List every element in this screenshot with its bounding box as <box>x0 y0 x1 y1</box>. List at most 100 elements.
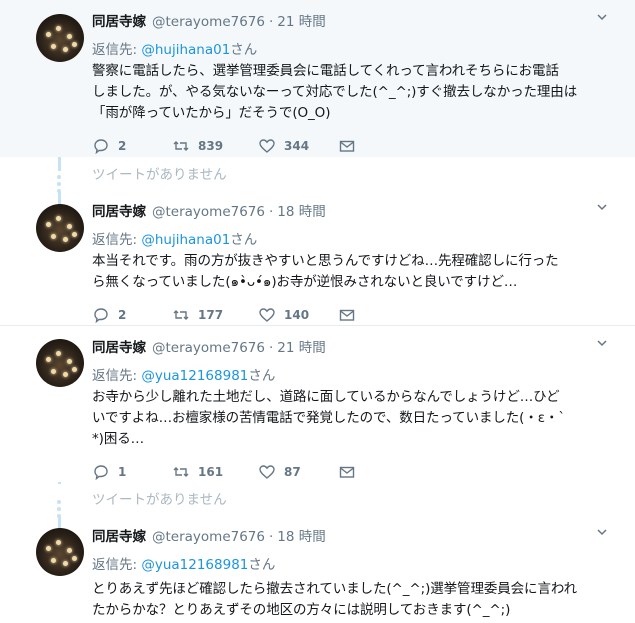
separator-dot: · <box>268 340 274 356</box>
tweet-header: 同居寺嫁 @terayome7676 · 21 時間 <box>92 10 607 30</box>
tweet-text-line: *)困る… <box>92 431 145 447</box>
author-name[interactable]: 同居寺嫁 <box>92 525 146 545</box>
chevron-down-icon[interactable] <box>597 527 607 537</box>
tweet-text-line: 警察に電話したら、選挙管理委員会に電話してくれって言われそちらにお電話 <box>92 63 559 79</box>
reply-prefix: 返信先: <box>92 232 142 248</box>
timestamp[interactable]: 18 時間 <box>277 525 325 545</box>
tweet-actions: 1 161 87 <box>92 462 607 482</box>
tweet-header: 同居寺嫁 @terayome7676 · 18 時間 <box>92 200 607 220</box>
reply-prefix: 返信先: <box>92 557 142 573</box>
reply-count: 2 <box>118 308 127 322</box>
tweet-unavailable-notice: ツイートがありません <box>92 167 227 183</box>
separator-dot: · <box>268 204 274 220</box>
tweet-unavailable-notice: ツイートがありません <box>92 492 227 508</box>
tweet-text-line: しました。が、やる気ないなーって対応でした(^_^;)すぐ撤去しなかった理由は <box>92 84 578 100</box>
avatar[interactable] <box>36 339 84 387</box>
timestamp[interactable]: 21 時間 <box>277 10 325 30</box>
author-handle[interactable]: @terayome7676 <box>152 204 265 220</box>
tweet-actions: 2 177 140 <box>92 305 607 325</box>
retweet-arrows-icon <box>173 141 189 151</box>
like-count: 344 <box>284 139 310 153</box>
reply-handle-link[interactable]: @yua12168981 <box>141 368 248 384</box>
retweet-count: 839 <box>198 139 224 153</box>
reply-count: 1 <box>118 465 127 479</box>
author-name[interactable]: 同居寺嫁 <box>92 336 146 356</box>
reply-prefix: 返信先: <box>92 42 142 58</box>
tweet-text: 本当それです。雨の方が抜きやすいと思うんですけどね…先程確認しに行った ら無くな… <box>92 251 607 293</box>
reply-handle-link[interactable]: @yua12168981 <box>141 557 248 573</box>
tweet-text-line: とりあえず先ほど確認したら撤去されていました(^_^;)選挙管理委員会に言われ <box>92 581 577 597</box>
reply-button[interactable]: 2 <box>92 137 172 155</box>
reply-to: 返信先: @hujihana01さん <box>92 228 607 248</box>
reply-count: 2 <box>118 139 127 153</box>
separator-dot: · <box>268 14 274 30</box>
tweet-header: 同居寺嫁 @terayome7676 · 18 時間 <box>92 525 607 545</box>
like-count: 140 <box>284 308 310 322</box>
thread-line <box>58 482 61 484</box>
tweet-text-line: 本当それです。雨の方が抜きやすいと思うんですけどね…先程確認しに行った <box>92 253 559 269</box>
reply-suffix: さん <box>248 557 276 573</box>
direct-message-button[interactable] <box>338 463 418 481</box>
retweet-button[interactable]: 161 <box>172 463 258 481</box>
speech-bubble-icon <box>94 308 108 324</box>
avatar[interactable] <box>36 14 84 62</box>
reply-prefix: 返信先: <box>92 368 142 384</box>
tweet-actions: 2 839 344 <box>92 136 607 156</box>
reply-button[interactable]: 2 <box>92 306 172 324</box>
retweet-arrows-icon <box>173 467 189 477</box>
reply-button[interactable]: 1 <box>92 463 172 481</box>
retweet-count: 161 <box>198 465 224 479</box>
tweet-text: お寺から少し離れた土地だし、道路に面しているからなんでしょうけど…ひど いですよ… <box>92 387 607 450</box>
reply-suffix: さん <box>230 232 258 248</box>
retweet-count: 177 <box>198 308 224 322</box>
speech-bubble-icon <box>94 139 108 155</box>
envelope-icon <box>339 140 355 152</box>
like-button[interactable]: 344 <box>258 137 338 155</box>
like-count: 87 <box>284 465 301 479</box>
tweet-text-line: たからかな？とりあえずその地区の方々には説明しておきます(^_^;) <box>92 602 511 618</box>
reply-handle-link[interactable]: @hujihana01 <box>141 232 230 248</box>
direct-message-button[interactable] <box>338 306 418 324</box>
like-button[interactable]: 140 <box>258 306 338 324</box>
reply-to: 返信先: @hujihana01さん <box>92 38 607 58</box>
tweet-header: 同居寺嫁 @terayome7676 · 21 時間 <box>92 336 607 356</box>
tweet-text-line: お寺から少し離れた土地だし、道路に面しているからなんでしょうけど…ひど <box>92 389 560 405</box>
tweet-text-line: いですよね…お檀家様の苦情電話で発覚したので、数日たっていました(・ε・` <box>92 410 565 426</box>
envelope-icon <box>339 466 355 478</box>
timestamp[interactable]: 18 時間 <box>277 200 325 220</box>
tweet-4[interactable]: 同居寺嫁 @terayome7676 · 18 時間 返信先: @yua1216… <box>0 517 635 623</box>
timestamp[interactable]: 21 時間 <box>277 336 325 356</box>
author-handle[interactable]: @terayome7676 <box>152 14 265 30</box>
heart-icon <box>259 465 275 479</box>
separator-dot: · <box>268 529 274 545</box>
like-button[interactable]: 87 <box>258 463 338 481</box>
tweet-text-line: ら無くなっていました(๑•̀ᴗ•́๑)お寺が逆恨みされないと良いですけど… <box>92 274 518 290</box>
tweet-2[interactable]: 同居寺嫁 @terayome7676 · 18 時間 返信先: @hujihan… <box>0 192 635 324</box>
retweet-button[interactable]: 177 <box>172 306 258 324</box>
chevron-down-icon[interactable] <box>597 202 607 212</box>
tweet-text: とりあえず先ほど確認したら撤去されていました(^_^;)選挙管理委員会に言われ … <box>92 579 607 621</box>
reply-handle-link[interactable]: @hujihana01 <box>141 42 230 58</box>
chevron-down-icon[interactable] <box>597 12 607 22</box>
tweet-text-line: 「雨が降っていたから」だそうで(O_O) <box>92 105 331 121</box>
avatar[interactable] <box>36 204 84 252</box>
author-handle[interactable]: @terayome7676 <box>152 340 265 356</box>
direct-message-button[interactable] <box>338 137 418 155</box>
author-handle[interactable]: @terayome7676 <box>152 529 265 545</box>
tweet-text: 警察に電話したら、選挙管理委員会に電話してくれって言われそちらにお電話 しました… <box>92 61 607 124</box>
reply-to: 返信先: @yua12168981さん <box>92 364 607 384</box>
tweet-1[interactable]: 同居寺嫁 @terayome7676 · 21 時間 返信先: @hujihan… <box>0 0 635 157</box>
heart-icon <box>259 139 275 153</box>
tweet-3[interactable]: 同居寺嫁 @terayome7676 · 21 時間 返信先: @yua1216… <box>0 326 635 482</box>
avatar[interactable] <box>36 528 84 576</box>
chevron-down-icon[interactable] <box>597 338 607 348</box>
author-name[interactable]: 同居寺嫁 <box>92 200 146 220</box>
author-name[interactable]: 同居寺嫁 <box>92 10 146 30</box>
envelope-icon <box>339 309 355 321</box>
heart-icon <box>259 308 275 322</box>
retweet-arrows-icon <box>173 310 189 320</box>
reply-to: 返信先: @yua12168981さん <box>92 553 607 573</box>
speech-bubble-icon <box>94 465 108 481</box>
retweet-button[interactable]: 839 <box>172 137 258 155</box>
thread-line <box>58 157 61 171</box>
